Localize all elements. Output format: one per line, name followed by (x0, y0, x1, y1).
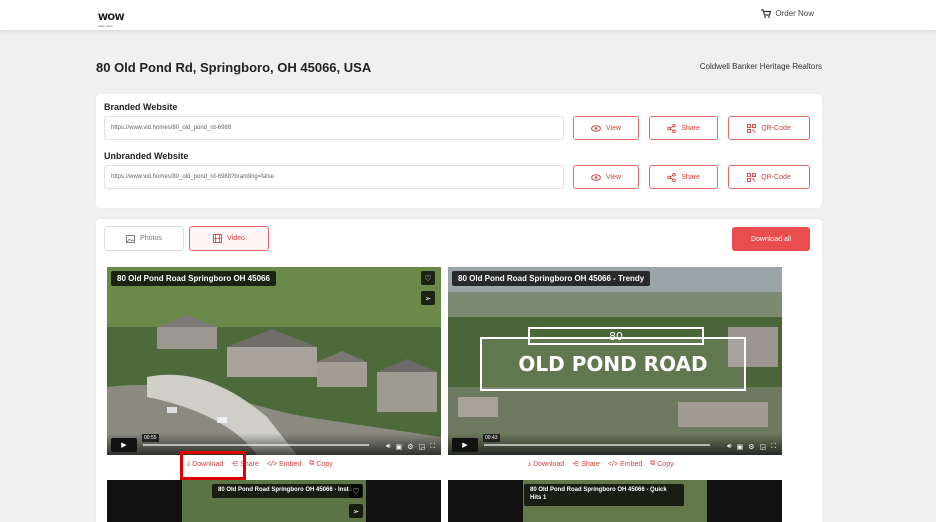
copy-button[interactable]: ⧉ Copy (650, 460, 673, 468)
pip-icon[interactable]: ◲ (418, 443, 425, 451)
send-icon[interactable]: ➢ (421, 291, 435, 305)
top-bar: WOW video tours Order Now (0, 0, 936, 30)
overlay-street-name: OLD POND ROAD (480, 337, 746, 391)
cart-icon (761, 9, 772, 18)
unbranded-view-button[interactable]: View (573, 165, 639, 189)
download-all-button[interactable]: Download all (732, 227, 810, 251)
video-player-2[interactable]: 80 Old Pond Road Springboro OH 45066 - T… (448, 267, 782, 455)
film-icon (213, 234, 223, 243)
website-links-card: Branded Website https://www.vid.homes/80… (96, 94, 822, 208)
eye-icon (591, 124, 601, 132)
video-controls-2: ▶ 00:43 🔊︎ ▣ ⚙ ◲ ⛶ (448, 433, 782, 455)
pip-icon[interactable]: ◲ (759, 443, 766, 451)
share-label: Share (681, 173, 700, 181)
branded-website-label: Branded Website (104, 102, 178, 112)
unbranded-url-field[interactable]: https://www.vid.homes/80_old_pond_rd-698… (104, 165, 564, 189)
download-highlight (180, 451, 246, 480)
video-title-3: 80 Old Pond Road Springboro OH 45066 - I… (212, 484, 362, 498)
video-title-2: 80 Old Pond Road Springboro OH 45066 - T… (452, 271, 651, 286)
logo[interactable]: WOW video tours (98, 8, 125, 28)
embed-button[interactable]: </> Embed (267, 460, 301, 468)
share-button[interactable]: ⋲ Share (572, 460, 600, 469)
copy-label: Copy (316, 460, 333, 468)
settings-icon[interactable]: ⚙ (407, 443, 413, 451)
embed-button[interactable]: </> Embed (608, 460, 642, 468)
embed-label: Embed (279, 460, 302, 468)
send-icon[interactable]: ➢ (349, 504, 363, 518)
logo-subtext: video tours (98, 24, 113, 28)
embed-label: Embed (620, 460, 643, 468)
video-time-2: 00:43 (483, 434, 500, 442)
branded-qr-button[interactable]: QR-Code (728, 116, 810, 140)
share-icon (667, 172, 676, 182)
branded-view-button[interactable]: View (573, 116, 639, 140)
image-icon (126, 234, 136, 243)
tab-video-label: Video (227, 235, 245, 242)
branded-url-field[interactable]: https://www.vid.homes/80_old_pond_rd-698… (104, 116, 564, 140)
code-icon: </> (607, 460, 619, 468)
video-actions-2: ⤓ Download ⋲ Share </> Embed ⧉ Copy (528, 460, 674, 468)
video-player-1[interactable]: 80 Old Pond Road Springboro OH 45066 ♡ ➢… (107, 267, 441, 455)
fullscreen-icon[interactable]: ⛶ (430, 443, 435, 451)
video-player-4[interactable]: 80 Old Pond Road Springboro OH 45066 - Q… (448, 480, 782, 522)
download-label: Download (533, 460, 565, 468)
captions-icon[interactable]: ▣ (396, 443, 403, 451)
volume-icon[interactable]: 🔊︎ (386, 443, 390, 451)
heart-icon[interactable]: ♡ (349, 484, 363, 498)
copy-icon: ⧉ (650, 460, 656, 467)
unbranded-qr-button[interactable]: QR-Code (728, 165, 810, 189)
settings-icon[interactable]: ⚙ (748, 443, 754, 451)
player-controls: 🔊︎ ▣ ⚙ ◲ ⛶ (727, 443, 776, 451)
order-now-label: Order Now (775, 9, 814, 18)
agency-name: Coldwell Banker Heritage Realtors (699, 62, 822, 71)
view-label: View (605, 124, 622, 132)
tab-photos-label: Photos (140, 235, 162, 242)
video-player-3[interactable]: 80 Old Pond Road Springboro OH 45066 - I… (107, 480, 441, 522)
play-button[interactable]: ▶ (111, 438, 137, 452)
share-icon (667, 123, 676, 133)
download-icon: ⤓ (528, 460, 532, 467)
heart-icon[interactable]: ♡ (421, 271, 435, 285)
video-time-1: 00:55 (142, 434, 159, 442)
play-button[interactable]: ▶ (452, 438, 478, 452)
qr-code-label: QR-Code (761, 173, 791, 181)
player-controls: 🔊︎ ▣ ⚙ ◲ ⛶ (386, 443, 435, 451)
unbranded-share-button[interactable]: Share (649, 165, 718, 189)
share-label: Share (681, 124, 700, 132)
fullscreen-icon[interactable]: ⛶ (771, 443, 776, 451)
order-now-button[interactable]: Order Now (761, 9, 814, 18)
branded-share-button[interactable]: Share (649, 116, 718, 140)
code-icon: </> (266, 460, 278, 468)
copy-button[interactable]: ⧉ Copy (309, 460, 332, 468)
progress-track[interactable] (143, 444, 369, 446)
eye-icon (591, 173, 601, 181)
logo-text: WOW (98, 13, 125, 23)
view-label: View (605, 173, 622, 181)
video-title-1: 80 Old Pond Road Springboro OH 45066 (111, 271, 276, 286)
tab-video[interactable]: Video (189, 226, 269, 251)
video-thumbnail-1 (107, 267, 441, 455)
unbranded-website-label: Unbranded Website (104, 151, 189, 161)
copy-label: Copy (657, 460, 674, 468)
qr-code-label: QR-Code (761, 124, 791, 132)
page-title: 80 Old Pond Rd, Springboro, OH 45066, US… (96, 60, 372, 75)
video-controls-1: ▶ 00:55 🔊︎ ▣ ⚙ ◲ ⛶ (107, 433, 441, 455)
copy-icon: ⧉ (309, 460, 315, 467)
volume-icon[interactable]: 🔊︎ (727, 443, 731, 451)
qr-code-icon (747, 172, 757, 182)
tab-photos[interactable]: Photos (104, 226, 184, 251)
download-button[interactable]: ⤓ Download (528, 460, 564, 468)
share-label: Share (581, 460, 600, 468)
captions-icon[interactable]: ▣ (737, 443, 744, 451)
progress-track[interactable] (484, 444, 710, 446)
qr-code-icon (747, 123, 757, 133)
video-title-4: 80 Old Pond Road Springboro OH 45066 - Q… (524, 484, 684, 506)
share-icon: ⋲ (572, 461, 580, 468)
